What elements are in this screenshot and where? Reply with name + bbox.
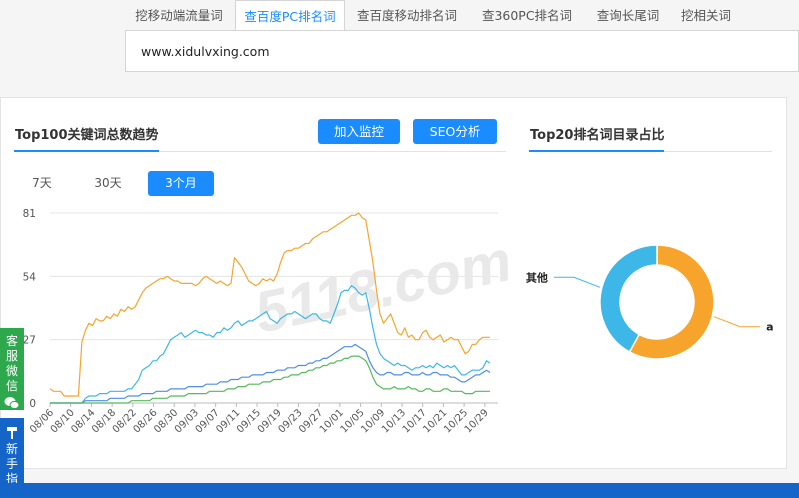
pie-slice-label: a	[766, 321, 773, 334]
pie-chart: a 其他	[526, 244, 774, 360]
pie-slice[interactable]	[599, 244, 658, 353]
bottom-bar	[0, 483, 799, 498]
pie-slice-label: 其他	[526, 270, 548, 284]
y-tick-label: 81	[23, 208, 36, 220]
pie-label-leader	[553, 276, 601, 288]
guide-icon	[7, 427, 17, 439]
wechat-icon	[4, 397, 20, 410]
trend-x-axis: 08/0608/1008/1408/1808/2208/2608/3009/03…	[28, 403, 491, 436]
trend-y-axis: 0 27 54 81	[23, 208, 37, 410]
y-tick-label: 0	[29, 398, 36, 410]
trend-series-line	[50, 343, 491, 404]
y-tick-label: 27	[23, 335, 36, 347]
x-tick-label: 10/29	[463, 407, 491, 435]
customer-service-wechat[interactable]: 客服微信	[0, 328, 24, 410]
customer-service-label: 客服微信	[5, 334, 18, 393]
charts-canvas: 5118.com 0 27 54 81 08/0608/1008/1408/1808/…	[23, 208, 774, 436]
trend-series-line	[50, 355, 490, 404]
pie-label-leader	[713, 316, 761, 328]
y-tick-label: 54	[23, 271, 37, 283]
watermark: 5118.com	[249, 228, 517, 346]
